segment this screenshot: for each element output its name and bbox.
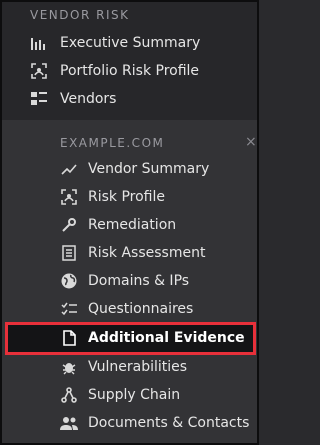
sub-item-label: Supply Chain	[88, 387, 181, 403]
sub-item-label: Remediation	[88, 217, 177, 233]
bug-icon	[60, 358, 78, 376]
sub-item-risk-assessment[interactable]: Risk Assessment	[60, 240, 205, 266]
sub-item-label: Risk Profile	[88, 189, 165, 205]
sub-item-label: Questionnaires	[88, 301, 194, 317]
nav-label: Executive Summary	[60, 35, 201, 51]
sub-item-vendor-summary[interactable]: Vendor Summary	[60, 156, 209, 182]
trend-icon	[60, 160, 78, 178]
bar-chart-icon	[30, 34, 48, 52]
nav-label: Portfolio Risk Profile	[60, 63, 200, 79]
sub-item-label: Documents & Contacts	[88, 415, 250, 431]
sub-item-label: Additional Evidence	[88, 330, 245, 346]
sub-item-label: Vulnerabilities	[88, 359, 188, 375]
risk-profile-icon	[30, 62, 48, 80]
sub-item-documents-contacts[interactable]: Documents & Contacts	[60, 410, 249, 436]
document-list-icon	[60, 244, 78, 262]
sub-item-label: Vendor Summary	[88, 161, 210, 177]
sub-item-label: Domains & IPs	[88, 273, 190, 289]
people-icon	[60, 414, 78, 432]
wrench-icon	[60, 216, 78, 234]
nav-item-vendors[interactable]: Vendors	[30, 86, 116, 112]
sidebar-frame: VENDOR RISK Executive Summary Portfolio …	[0, 0, 259, 445]
list-icon	[30, 90, 48, 108]
sub-item-domains-ips[interactable]: Domains & IPs	[60, 268, 189, 294]
sub-item-supply-chain[interactable]: Supply Chain	[60, 382, 180, 408]
checklist-icon	[60, 300, 78, 318]
risk-profile-icon	[60, 188, 78, 206]
section-title-vendor-risk: VENDOR RISK	[30, 8, 130, 22]
chain-icon	[60, 386, 78, 404]
globe-icon	[60, 272, 78, 290]
sub-item-remediation[interactable]: Remediation	[60, 212, 176, 238]
file-icon	[60, 329, 78, 347]
sub-item-additional-evidence[interactable]: Additional Evidence	[60, 323, 245, 353]
sub-item-label: Risk Assessment	[88, 245, 206, 261]
sub-item-vulnerabilities[interactable]: Vulnerabilities	[60, 354, 187, 380]
section-title-vendor: EXAMPLE.COM	[60, 136, 165, 150]
sub-item-risk-profile[interactable]: Risk Profile	[60, 184, 165, 210]
nav-label: Vendors	[60, 91, 117, 107]
vendor-risk-section: VENDOR RISK Executive Summary Portfolio …	[2, 2, 257, 120]
close-icon[interactable]: ×	[245, 134, 257, 150]
nav-item-executive-summary[interactable]: Executive Summary	[30, 30, 200, 56]
sub-item-questionnaires[interactable]: Questionnaires	[60, 296, 193, 322]
nav-item-portfolio-risk-profile[interactable]: Portfolio Risk Profile	[30, 58, 199, 84]
